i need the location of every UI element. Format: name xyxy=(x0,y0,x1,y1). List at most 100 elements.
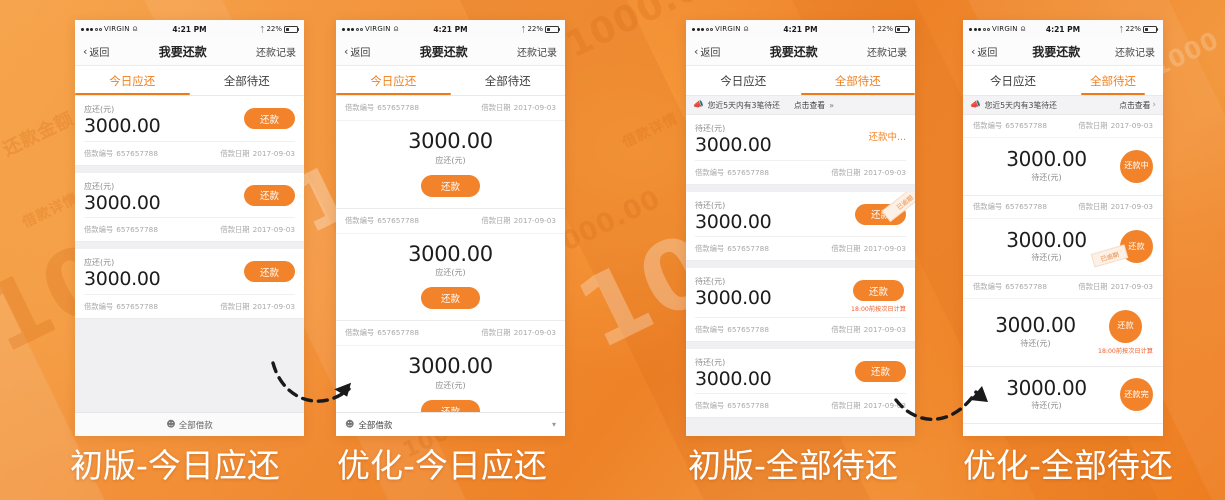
caption-label: 优化-今日应还 xyxy=(337,446,547,485)
tab-all-pending[interactable]: 全部待还 xyxy=(190,66,305,95)
amount-value: 3000.00 xyxy=(1006,375,1087,400)
repay-button[interactable]: 还款 xyxy=(853,280,905,302)
loan-number: 借款编号 xyxy=(84,148,114,158)
loan-number-value: 657657788 xyxy=(1005,121,1047,130)
status-bar: VIRGIN ⍝ 4:21 PM ᛏ 22% xyxy=(686,20,915,38)
tab-all-pending[interactable]: 全部待还 xyxy=(800,66,916,95)
card-top-row: 待还(元) 3000.00 还款 xyxy=(695,200,906,233)
repayment-card[interactable]: 应还(元) 3000.00 还款 借款编号 657657788 借款日期 201… xyxy=(75,172,304,243)
loan-number: 借款编号 657657788 xyxy=(345,328,419,338)
loan-number-prefix: 借款编号 xyxy=(345,103,375,112)
repayment-card[interactable]: 借款编号 657657788 借款日期 2017-09-03 已逾期 3000.… xyxy=(963,195,1163,277)
tab-today-due[interactable]: 今日应还 xyxy=(336,66,451,95)
status-bar-left: VIRGIN ⍝ xyxy=(969,24,1025,34)
repay-button[interactable]: 还款 xyxy=(243,184,295,206)
repay-button[interactable]: 还款 xyxy=(420,287,480,310)
notice-text: 您近5天内有3笔待还 xyxy=(984,100,1057,110)
amount-value: 3000.00 xyxy=(995,313,1076,338)
back-button[interactable]: ‹ 返回 xyxy=(83,44,109,59)
all-loans-dropdown[interactable]: ☻ 全部借款 ▾ xyxy=(336,412,565,436)
status-bar-left: VIRGIN ⍝ xyxy=(342,24,398,34)
loan-date-prefix: 借款日期 xyxy=(220,148,250,158)
notice-bar[interactable]: 📣 您近5天内有3笔待还 点击查看 » xyxy=(686,96,915,115)
amount-label: 待还(元) xyxy=(695,124,726,133)
battery-icon xyxy=(895,25,911,33)
repay-button[interactable]: 还款 xyxy=(420,174,480,197)
repay-button[interactable]: 还款 xyxy=(420,400,480,412)
amount-value: 3000.00 xyxy=(695,134,772,156)
amount-label: 应还(元) xyxy=(435,381,466,391)
repayment-history-link[interactable]: 还款记录 xyxy=(1115,44,1155,59)
repayment-card[interactable]: 待还(元) 3000.00 还款 借款编号 657657788 借款日期 201… xyxy=(686,348,915,419)
repayment-card[interactable]: 3000.00 待还(元) 还款完 xyxy=(963,366,1163,425)
battery-icon xyxy=(545,25,561,33)
repayment-card[interactable]: 已逾期 待还(元) 3000.00 还款 借款编号 657657788 借款日期… xyxy=(686,191,915,262)
loan-number-prefix: 借款编号 xyxy=(84,225,114,235)
loan-number-value: 657657788 xyxy=(377,328,419,338)
tab-today-due[interactable]: 今日应还 xyxy=(686,66,801,95)
repayment-card[interactable]: 借款编号 657657788 借款日期 2017-09-03 3000.00 应… xyxy=(336,96,565,209)
chevron-left-icon: ‹ xyxy=(344,45,349,58)
loan-date-prefix: 借款日期 xyxy=(220,301,250,311)
loan-date: 借款日期 2017-09-03 xyxy=(831,325,906,335)
notice-link-group[interactable]: 点击查看 › xyxy=(1119,100,1156,111)
repay-action-group: 还款 18:00前按次日计算 xyxy=(1098,310,1153,355)
notice-bar[interactable]: 📣 您近5天内有3笔待还 点击查看 › xyxy=(963,96,1163,115)
tab-today-due[interactable]: 今日应还 xyxy=(963,66,1063,95)
loan-date-prefix: 借款日期 xyxy=(481,328,511,338)
repayment-history-link[interactable]: 还款记录 xyxy=(867,44,907,59)
repayment-card[interactable]: 待还(元) 3000.00 还款中... 借款编号 657657788 借款日期… xyxy=(686,115,915,185)
amount-block: 应还(元) 3000.00 xyxy=(84,257,161,290)
amount-value: 3000.00 xyxy=(695,287,772,310)
repay-button[interactable]: 还款 xyxy=(854,360,906,382)
loan-date: 借款日期 2017-09-03 xyxy=(831,168,906,178)
loan-number-prefix: 借款编号 xyxy=(345,328,375,338)
all-loans-bar[interactable]: ☻ 全部借款 xyxy=(75,412,304,436)
repayment-card[interactable]: 借款编号 657657788 借款日期 2017-09-03 3000.00 应… xyxy=(336,208,565,322)
loan-number-value: 657657788 xyxy=(727,167,769,177)
repayment-card[interactable]: 应还(元) 3000.00 还款 借款编号 657657788 借款日期 201… xyxy=(75,249,304,319)
notice-link[interactable]: 点击查看 xyxy=(794,100,825,111)
repayment-card[interactable]: 待还(元) 3000.00 还款 18:00前按次日计算 借款编号 657657… xyxy=(686,268,915,342)
phone-mockup-3: VIRGIN ⍝ 4:21 PM ᛏ 22% ‹ 返回 我要还款 还款记录 今日… xyxy=(686,20,915,436)
repay-status-button[interactable]: 还款完 xyxy=(1120,378,1153,412)
amount-label: 待还(元) xyxy=(1020,338,1051,348)
loan-date-value: 2017-09-03 xyxy=(863,244,906,254)
repayment-card[interactable]: 应还(元) 3000.00 还款 借款编号 657657788 借款日期 201… xyxy=(75,96,304,166)
tab-today-due[interactable]: 今日应还 xyxy=(75,66,190,95)
loan-number: 借款编号 657657788 xyxy=(345,103,419,113)
loan-date: 借款日期 2017-09-03 xyxy=(1078,282,1153,292)
card-separator xyxy=(686,261,915,269)
status-bar-left: VIRGIN ⍝ xyxy=(692,24,748,34)
loan-number: 借款编号 657657788 xyxy=(973,121,1047,131)
loan-number-value: 657657788 xyxy=(377,215,419,225)
loan-number-value: 657657788 xyxy=(377,103,419,112)
repay-button[interactable]: 还款 xyxy=(243,108,295,129)
chevron-down-icon[interactable]: ▾ xyxy=(552,420,556,429)
repay-status-button[interactable]: 还款中 xyxy=(1120,149,1153,183)
loan-number-prefix: 借款编号 xyxy=(84,301,114,311)
loan-date-value: 2017-09-03 xyxy=(863,401,906,411)
loan-date: 借款日期 2017-09-03 xyxy=(1078,121,1153,131)
tab-all-pending[interactable]: 全部待还 xyxy=(1063,66,1163,95)
repayment-history-link[interactable]: 还款记录 xyxy=(517,44,557,59)
loan-number-prefix: 借款编号 xyxy=(695,324,725,334)
repayment-card[interactable]: 借款编号 657657788 借款日期 2017-09-03 3000.00 待… xyxy=(963,276,1163,367)
all-loans-label: 全部借款 xyxy=(358,420,393,431)
amount-value: 3000.00 xyxy=(695,210,772,233)
back-button[interactable]: ‹ 返回 xyxy=(694,44,720,59)
tab-all-pending[interactable]: 全部待还 xyxy=(451,66,566,95)
repay-button[interactable]: 还款 xyxy=(243,261,295,283)
loan-date-label: 借款日期 2017-09-03 xyxy=(220,149,295,159)
repayment-history-link[interactable]: 还款记录 xyxy=(256,44,296,59)
back-button[interactable]: ‹ 返回 xyxy=(344,44,370,59)
repayment-card[interactable]: 借款编号 657657788 借款日期 2017-09-03 3000.00 待… xyxy=(963,115,1163,196)
repayment-card[interactable]: 借款编号 657657788 借款日期 2017-09-03 3000.00 应… xyxy=(336,321,565,412)
status-bar: VIRGIN ⍝ 4:21 PM ᛏ 22% xyxy=(963,20,1163,38)
back-button[interactable]: ‹ 返回 xyxy=(971,44,997,59)
repay-button[interactable]: 还款 xyxy=(1109,310,1143,344)
card-body: 3000.00 应还(元) 还款 xyxy=(336,234,565,321)
loan-date-value: 2017-09-03 xyxy=(863,167,906,177)
amount-block: 待还(元) 3000.00 xyxy=(695,357,772,390)
amount-value: 3000.00 xyxy=(1006,227,1087,252)
